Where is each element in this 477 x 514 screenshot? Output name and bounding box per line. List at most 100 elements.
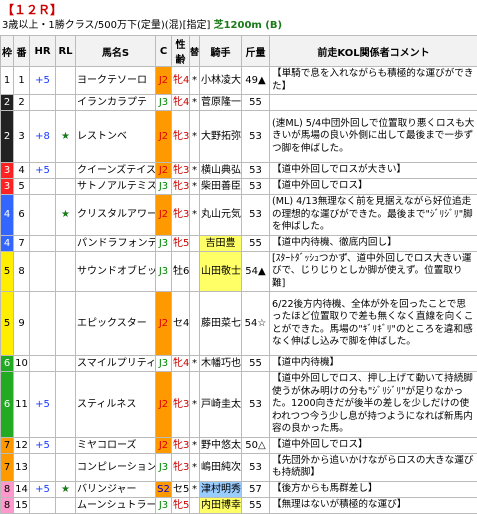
- sex-age-cell: 牝3: [172, 195, 190, 236]
- race-conditions: 3歳以上・1勝クラス/500万下(定量)(混)[指定]: [2, 20, 210, 31]
- hr-cell: [30, 235, 56, 251]
- jockey-cell: 山田敬士: [200, 251, 242, 292]
- table-row: 58サウンドオブビットJ3牡6山田敬士54▲[ｽﾀｰﾄﾀﾞｯｼｭつかず、道中外回…: [1, 251, 477, 292]
- weight-cell: 53: [242, 163, 270, 179]
- jockey-change-cell: *: [190, 481, 200, 497]
- number-cell: 3: [14, 111, 30, 163]
- horse-name[interactable]: レストンベ: [76, 111, 156, 163]
- rl-cell: ★: [56, 481, 76, 497]
- rl-cell: [56, 372, 76, 438]
- hr-cell: [30, 251, 56, 292]
- horse-name[interactable]: サウンドオブビット: [76, 251, 156, 292]
- waku-cell: 8: [1, 481, 14, 497]
- number-cell: 8: [14, 251, 30, 292]
- table-row: 23+8★レストンベJ2牝3*大野拓弥53(速ML) 5/4中団外回しで位置取り…: [1, 111, 477, 163]
- number-cell: 1: [14, 67, 30, 95]
- waku-cell: 5: [1, 292, 14, 356]
- horse-name[interactable]: パンドラフォンテン: [76, 235, 156, 251]
- horse-name[interactable]: ムーンシュトラール: [76, 497, 156, 513]
- weight-cell: 53: [242, 195, 270, 236]
- jockey-cell: 藤田菜七: [200, 292, 242, 356]
- horse-name[interactable]: エピックスター: [76, 292, 156, 356]
- jockey-change-cell: *: [190, 453, 200, 481]
- number-cell: 11: [14, 372, 30, 438]
- horse-name[interactable]: ミヤコローズ: [76, 437, 156, 453]
- waku-cell: 4: [1, 195, 14, 236]
- number-cell: 7: [14, 235, 30, 251]
- horse-name[interactable]: クイーンズテイスト: [76, 163, 156, 179]
- course-info: 芝1200m (B): [214, 20, 283, 31]
- col-hr: HR: [30, 36, 56, 67]
- weight-cell: 53: [242, 111, 270, 163]
- jockey-change-cell: *: [190, 372, 200, 438]
- jockey-change-cell: *: [190, 95, 200, 111]
- horse-name[interactable]: サトノアルテミス: [76, 179, 156, 195]
- rl-cell: [56, 292, 76, 356]
- comment-cell: 【道中外回しでロス、押し上げて動いて持続脚使うが休み明けの分も"ｼﾞﾘｼﾞﾘ"が…: [270, 372, 477, 438]
- comment-cell: 【単騎で息を入れながらも積極的な運びができた】: [270, 67, 477, 95]
- rl-cell: [56, 251, 76, 292]
- col-name: 馬名S: [76, 36, 156, 67]
- jockey-cell: 戸崎圭太: [200, 372, 242, 438]
- comment-cell: (ML) 4/13無理なく前を見据えながら好位追走の理想的な運びができた。最後ま…: [270, 195, 477, 236]
- class-cell: J2: [156, 67, 172, 95]
- col-ban: 番: [14, 36, 30, 67]
- comment-cell: 【無理はないが積極的な運び】: [270, 497, 477, 513]
- col-c: C: [156, 36, 172, 67]
- horse-name[interactable]: スティルネス: [76, 372, 156, 438]
- class-cell: J3: [156, 251, 172, 292]
- sex-age-cell: 牝4: [172, 67, 190, 95]
- comment-cell: (速ML) 5/4中団外回しで位置取り悪くロスも大きいが馬場の良い外側に出して最…: [270, 111, 477, 163]
- table-row: 34+5クイーンズテイストJ2牝3*横山典弘53【道中外回しでロスが大きい】: [1, 163, 477, 179]
- number-cell: 15: [14, 497, 30, 513]
- number-cell: 9: [14, 292, 30, 356]
- waku-cell: 8: [1, 497, 14, 513]
- comment-cell: 【道中外回しでロス】: [270, 179, 477, 195]
- table-row: 713コンピレーションJ3牝3*嶋田純次53【先団外から追いかけながらロスの大き…: [1, 453, 477, 481]
- jockey-cell: 大野拓弥: [200, 111, 242, 163]
- horse-name[interactable]: イランカラプテ: [76, 95, 156, 111]
- rl-cell: [56, 67, 76, 95]
- horse-name[interactable]: スマイルプリティ: [76, 356, 156, 372]
- class-cell: J3: [156, 453, 172, 481]
- sex-age-cell: 牝3: [172, 163, 190, 179]
- jockey-cell: 木幡巧也: [200, 356, 242, 372]
- table-row: 59エピックスターJ2セ4藤田菜七54☆6/22後方内待機、全体が外を回ったこと…: [1, 292, 477, 356]
- hr-cell: [30, 179, 56, 195]
- comment-cell: [270, 95, 477, 111]
- weight-cell: 55: [242, 235, 270, 251]
- horse-name[interactable]: クリスタルアワード: [76, 195, 156, 236]
- waku-cell: 5: [1, 251, 14, 292]
- weight-cell: 53: [242, 179, 270, 195]
- weight-cell: 53: [242, 453, 270, 481]
- class-cell: J3: [156, 95, 172, 111]
- sex-age-cell: セ4: [172, 292, 190, 356]
- col-rl: RL: [56, 36, 76, 67]
- hr-cell: +5: [30, 437, 56, 453]
- comment-cell: [ｽﾀｰﾄﾀﾞｯｼｭつかず、道中外回しでロス大きい運びで、じりじりとしか脚が使え…: [270, 251, 477, 292]
- jockey-change-cell: *: [190, 179, 200, 195]
- horse-name[interactable]: バリンジャー: [76, 481, 156, 497]
- weight-cell: 49▲: [242, 67, 270, 95]
- sex-age-cell: 牝3: [172, 437, 190, 453]
- weight-cell: 54☆: [242, 292, 270, 356]
- sex-age-cell: 牝3: [172, 179, 190, 195]
- waku-cell: 1: [1, 67, 14, 95]
- hr-cell: +8: [30, 111, 56, 163]
- number-cell: 4: [14, 163, 30, 179]
- jockey-change-cell: *: [190, 111, 200, 163]
- horse-name[interactable]: ヨークテソーロ: [76, 67, 156, 95]
- number-cell: 2: [14, 95, 30, 111]
- jockey-change-cell: *: [190, 195, 200, 236]
- class-cell: J2: [156, 372, 172, 438]
- jockey-cell: 野中悠太: [200, 437, 242, 453]
- hr-cell: [30, 195, 56, 236]
- horse-name[interactable]: コンピレーション: [76, 453, 156, 481]
- comment-cell: 【道中内待機】: [270, 356, 477, 372]
- comment-cell: 【道中外回しでロスが大きい】: [270, 163, 477, 179]
- table-row: 611+5スティルネスJ2牝3*戸崎圭太53【道中外回しでロス、押し上げて動いて…: [1, 372, 477, 438]
- number-cell: 10: [14, 356, 30, 372]
- table-row: 610スマイルプリティJ3牝4*木幡巧也55【道中内待機】: [1, 356, 477, 372]
- table-row: 22イランカラプテJ3牝4*菅原隆一55: [1, 95, 477, 111]
- jockey-cell: 柴田善臣: [200, 179, 242, 195]
